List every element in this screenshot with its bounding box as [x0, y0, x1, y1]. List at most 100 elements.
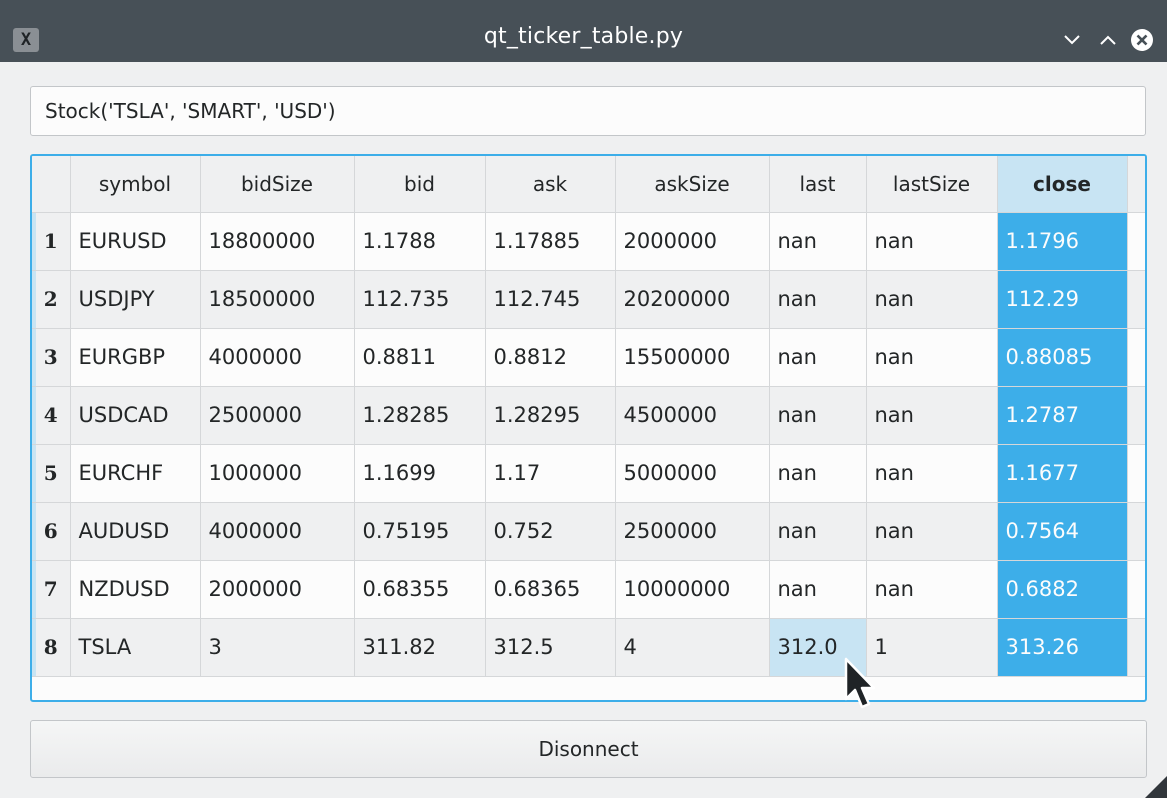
cell-last[interactable]: 312.0 — [769, 618, 867, 677]
cell-bid[interactable]: 0.8811 — [354, 328, 486, 387]
cell-close[interactable]: 0.6882 — [997, 560, 1128, 619]
row-header[interactable]: 8 — [32, 618, 71, 677]
row-header[interactable]: 6 — [32, 502, 71, 561]
cell-asksize[interactable]: 10000000 — [615, 560, 770, 619]
cell-bid[interactable]: 0.75195 — [354, 502, 486, 561]
cell-ask[interactable]: 312.5 — [485, 618, 616, 677]
minimize-button[interactable] — [1060, 28, 1084, 52]
cell-asksize[interactable]: 20200000 — [615, 270, 770, 329]
resize-grip[interactable] — [1145, 776, 1167, 798]
cell-last[interactable]: nan — [769, 502, 867, 561]
column-header-symbol[interactable]: symbol — [70, 156, 201, 213]
row-filler — [1127, 212, 1145, 271]
cell-close[interactable]: 313.26 — [997, 618, 1128, 677]
cell-lastsize[interactable]: 1 — [866, 618, 998, 677]
cell-symbol[interactable]: USDCAD — [70, 386, 201, 445]
cell-lastsize[interactable]: nan — [866, 502, 998, 561]
cell-bidsize[interactable]: 2000000 — [200, 560, 355, 619]
maximize-button[interactable] — [1096, 28, 1120, 52]
table-row[interactable]: 6 AUDUSD 4000000 0.75195 0.752 2500000 n… — [32, 502, 1145, 561]
cell-lastsize[interactable]: nan — [866, 212, 998, 271]
table-row[interactable]: 3 EURGBP 4000000 0.8811 0.8812 15500000 … — [32, 328, 1145, 387]
cell-bid[interactable]: 1.1699 — [354, 444, 486, 503]
cell-bidsize[interactable]: 2500000 — [200, 386, 355, 445]
cell-bidsize[interactable]: 4000000 — [200, 502, 355, 561]
table-row[interactable]: 4 USDCAD 2500000 1.28285 1.28295 4500000… — [32, 386, 1145, 445]
cell-bid[interactable]: 112.735 — [354, 270, 486, 329]
cell-close[interactable]: 0.7564 — [997, 502, 1128, 561]
cell-ask[interactable]: 1.17 — [485, 444, 616, 503]
cell-close[interactable]: 1.1677 — [997, 444, 1128, 503]
contract-input[interactable] — [30, 86, 1146, 136]
title-bar[interactable]: X qt_ticker_table.py — [0, 0, 1167, 62]
cell-asksize[interactable]: 4500000 — [615, 386, 770, 445]
cell-asksize[interactable]: 4 — [615, 618, 770, 677]
cell-asksize[interactable]: 15500000 — [615, 328, 770, 387]
cell-lastsize[interactable]: nan — [866, 328, 998, 387]
cell-asksize[interactable]: 2500000 — [615, 502, 770, 561]
row-header[interactable]: 3 — [32, 328, 71, 387]
cell-ask[interactable]: 0.752 — [485, 502, 616, 561]
column-header-last[interactable]: last — [769, 156, 867, 213]
cell-asksize[interactable]: 2000000 — [615, 212, 770, 271]
cell-bidsize[interactable]: 4000000 — [200, 328, 355, 387]
cell-last[interactable]: nan — [769, 212, 867, 271]
close-button[interactable] — [1130, 28, 1154, 52]
cell-bidsize[interactable]: 18800000 — [200, 212, 355, 271]
cell-lastsize[interactable]: nan — [866, 444, 998, 503]
cell-last[interactable]: nan — [769, 386, 867, 445]
cell-close[interactable]: 0.88085 — [997, 328, 1128, 387]
table-row[interactable]: 8 TSLA 3 311.82 312.5 4 312.0 1 313.26 — [32, 618, 1145, 677]
cell-ask[interactable]: 1.17885 — [485, 212, 616, 271]
disconnect-button[interactable]: Disonnect — [30, 720, 1147, 778]
cell-ask[interactable]: 1.28295 — [485, 386, 616, 445]
cell-symbol[interactable]: EURCHF — [70, 444, 201, 503]
ticker-table[interactable]: symbol bidSize bid ask askSize last last… — [30, 154, 1147, 702]
cell-bid[interactable]: 1.28285 — [354, 386, 486, 445]
cell-last[interactable]: nan — [769, 444, 867, 503]
cell-last[interactable]: nan — [769, 328, 867, 387]
cell-symbol[interactable]: AUDUSD — [70, 502, 201, 561]
cell-lastsize[interactable]: nan — [866, 270, 998, 329]
cell-bid[interactable]: 311.82 — [354, 618, 486, 677]
cell-symbol[interactable]: NZDUSD — [70, 560, 201, 619]
cell-lastsize[interactable]: nan — [866, 386, 998, 445]
row-header[interactable]: 7 — [32, 560, 71, 619]
cell-ask[interactable]: 0.68365 — [485, 560, 616, 619]
column-header-asksize[interactable]: askSize — [615, 156, 770, 213]
cell-asksize[interactable]: 5000000 — [615, 444, 770, 503]
cell-bid[interactable]: 0.68355 — [354, 560, 486, 619]
cell-bid[interactable]: 1.1788 — [354, 212, 486, 271]
table-row[interactable]: 1 EURUSD 18800000 1.1788 1.17885 2000000… — [32, 212, 1145, 271]
column-header-lastsize[interactable]: lastSize — [866, 156, 998, 213]
cell-symbol[interactable]: EURUSD — [70, 212, 201, 271]
cell-bidsize[interactable]: 3 — [200, 618, 355, 677]
table-row[interactable]: 5 EURCHF 1000000 1.1699 1.17 5000000 nan… — [32, 444, 1145, 503]
cell-symbol[interactable]: EURGBP — [70, 328, 201, 387]
column-header-ask[interactable]: ask — [485, 156, 616, 213]
cell-ask[interactable]: 0.8812 — [485, 328, 616, 387]
row-header[interactable]: 2 — [32, 270, 71, 329]
cell-symbol[interactable]: TSLA — [70, 618, 201, 677]
row-header[interactable]: 5 — [32, 444, 71, 503]
corner-button[interactable] — [32, 156, 71, 213]
cell-bidsize[interactable]: 1000000 — [200, 444, 355, 503]
cell-bidsize[interactable]: 18500000 — [200, 270, 355, 329]
column-header-bidsize[interactable]: bidSize — [200, 156, 355, 213]
table-row[interactable]: 2 USDJPY 18500000 112.735 112.745 202000… — [32, 270, 1145, 329]
header-row: symbol bidSize bid ask askSize last last… — [32, 156, 1145, 213]
close-icon — [1131, 29, 1153, 51]
cell-last[interactable]: nan — [769, 270, 867, 329]
cell-lastsize[interactable]: nan — [866, 560, 998, 619]
cell-close[interactable]: 1.1796 — [997, 212, 1128, 271]
column-header-bid[interactable]: bid — [354, 156, 486, 213]
cell-close[interactable]: 112.29 — [997, 270, 1128, 329]
column-header-close[interactable]: close — [997, 156, 1128, 213]
cell-symbol[interactable]: USDJPY — [70, 270, 201, 329]
table-row[interactable]: 7 NZDUSD 2000000 0.68355 0.68365 1000000… — [32, 560, 1145, 619]
row-header[interactable]: 4 — [32, 386, 71, 445]
row-header[interactable]: 1 — [32, 212, 71, 271]
cell-close[interactable]: 1.2787 — [997, 386, 1128, 445]
cell-ask[interactable]: 112.745 — [485, 270, 616, 329]
cell-last[interactable]: nan — [769, 560, 867, 619]
